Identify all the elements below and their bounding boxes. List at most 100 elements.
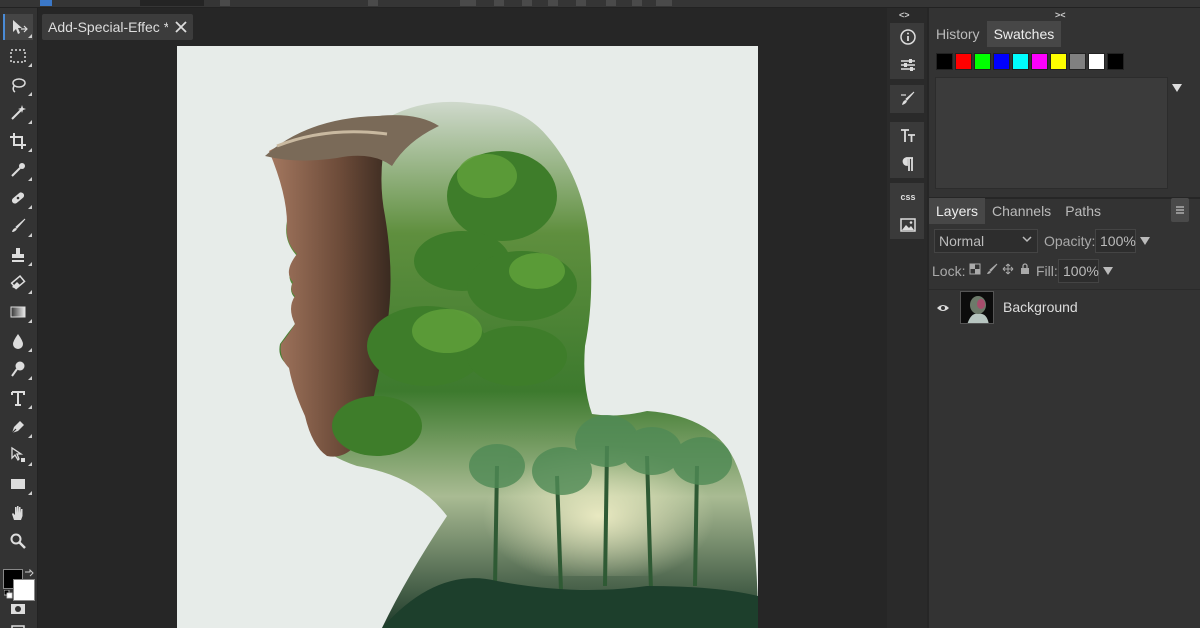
document-tab[interactable]: Add-Special-Effec * [42,14,193,40]
tab-swatches[interactable]: Swatches [986,21,1062,47]
tab-history[interactable]: History [929,21,987,47]
layers-menu-button[interactable] [1171,198,1189,222]
character-button[interactable] [890,122,926,150]
move-arrow-icon [13,20,28,34]
options-bar-item[interactable] [460,0,476,6]
image-icon [900,218,916,232]
type-icon [11,391,25,406]
document-canvas[interactable] [177,46,758,628]
swatches-menu-icon[interactable] [1172,84,1182,92]
blur-tool-button[interactable] [3,328,33,354]
lasso-tool-button[interactable] [3,72,33,98]
lock-transparency-icon[interactable] [969,263,981,275]
fill-dropdown-icon[interactable] [1103,267,1113,275]
magic-wand-tool-button[interactable] [3,100,33,126]
swatch-cyan[interactable] [1012,53,1029,70]
info-group [889,22,925,80]
close-icon[interactable] [174,20,188,34]
swatch-white[interactable] [1088,53,1105,70]
brush-icon [12,218,26,232]
tools-panel [0,8,38,628]
pen-tool-button[interactable] [3,414,33,440]
css-button[interactable]: css [890,183,926,211]
options-bar-item[interactable] [632,0,642,6]
options-bar-item[interactable] [140,0,204,6]
quick-mask-button[interactable] [3,596,33,622]
options-bar-item[interactable] [522,0,532,6]
opacity-label: Opacity: [1044,233,1096,249]
document-tab-title: Add-Special-Effec * [48,19,168,35]
layer-row[interactable]: Background [929,290,1200,326]
paragraph-icon [902,157,913,171]
collapse-strip-button[interactable]: <> [899,10,910,20]
eye-icon[interactable] [936,301,950,315]
swatch-gray[interactable] [1069,53,1086,70]
image-button[interactable] [890,211,926,239]
opacity-dropdown-icon[interactable] [1140,237,1150,245]
history-swatches-tabs: History Swatches [929,21,1062,47]
panel-icon-strip: <> css [887,8,927,628]
gradient-icon [10,306,26,318]
swatch-black[interactable] [936,53,953,70]
lock-brush-icon[interactable] [986,263,998,275]
adjustments-button[interactable] [890,51,926,79]
swatch-yellow[interactable] [1050,53,1067,70]
character-icon [901,129,915,142]
paragraph-button[interactable] [890,150,926,178]
lock-label: Lock: [932,263,966,279]
options-bar-item[interactable] [656,0,672,6]
options-bar-item[interactable] [368,0,378,6]
quick-mask-icon [11,604,25,614]
swatch-magenta[interactable] [1031,53,1048,70]
lasso-icon [12,78,26,93]
lock-move-icon[interactable] [1002,263,1014,275]
brush-group [889,84,925,114]
options-bar-item[interactable] [576,0,586,6]
swap-colors-icon[interactable] [24,569,34,579]
options-bar-item[interactable] [494,0,504,6]
brush-settings-button[interactable] [890,85,926,113]
info-button[interactable] [890,23,926,51]
lock-all-icon[interactable] [1019,263,1031,275]
hand-tool-button[interactable] [3,500,33,526]
eyedropper-tool-button[interactable] [3,157,33,183]
stamp-tool-button[interactable] [3,242,33,268]
swatch-green[interactable] [974,53,991,70]
collapse-panels-button[interactable]: >< [1055,10,1066,20]
export-group: css [889,182,925,240]
shape-tool-button[interactable] [3,471,33,497]
brush-tool-button[interactable] [3,213,33,239]
crop-icon [10,133,26,149]
bandage-icon [11,192,25,204]
type-tool-button[interactable] [3,385,33,411]
chevron-down-icon [1022,236,1032,243]
tab-channels[interactable]: Channels [985,198,1058,224]
layer-thumbnail-image [961,292,993,323]
options-bar-item[interactable] [40,0,52,6]
tab-layers[interactable]: Layers [929,198,986,224]
options-bar-item[interactable] [606,0,616,6]
info-icon [900,29,916,45]
options-bar-item[interactable] [220,0,230,6]
opacity-input[interactable]: 100% [1095,229,1136,253]
path-select-tool-button[interactable] [3,442,33,468]
tab-paths[interactable]: Paths [1058,198,1108,224]
healing-tool-button[interactable] [3,185,33,211]
screen-mode-button[interactable] [3,620,33,628]
move-tool-button[interactable] [3,14,33,40]
crop-tool-button[interactable] [3,128,33,154]
fill-input[interactable]: 100% [1058,259,1099,283]
dodge-tool-button[interactable] [3,356,33,382]
swatch-blue[interactable] [993,53,1010,70]
type-group [889,121,925,179]
swatch-black-2[interactable] [1107,53,1124,70]
gradient-tool-button[interactable] [3,299,33,325]
eraser-tool-button[interactable] [3,270,33,296]
zoom-tool-button[interactable] [3,528,33,554]
marquee-tool-button[interactable] [3,43,33,69]
options-bar-item[interactable] [548,0,558,6]
brush-settings-icon [901,91,915,105]
layer-name: Background [1003,299,1078,315]
swatch-red[interactable] [955,53,972,70]
blend-mode-select[interactable]: Normal [934,229,1038,253]
